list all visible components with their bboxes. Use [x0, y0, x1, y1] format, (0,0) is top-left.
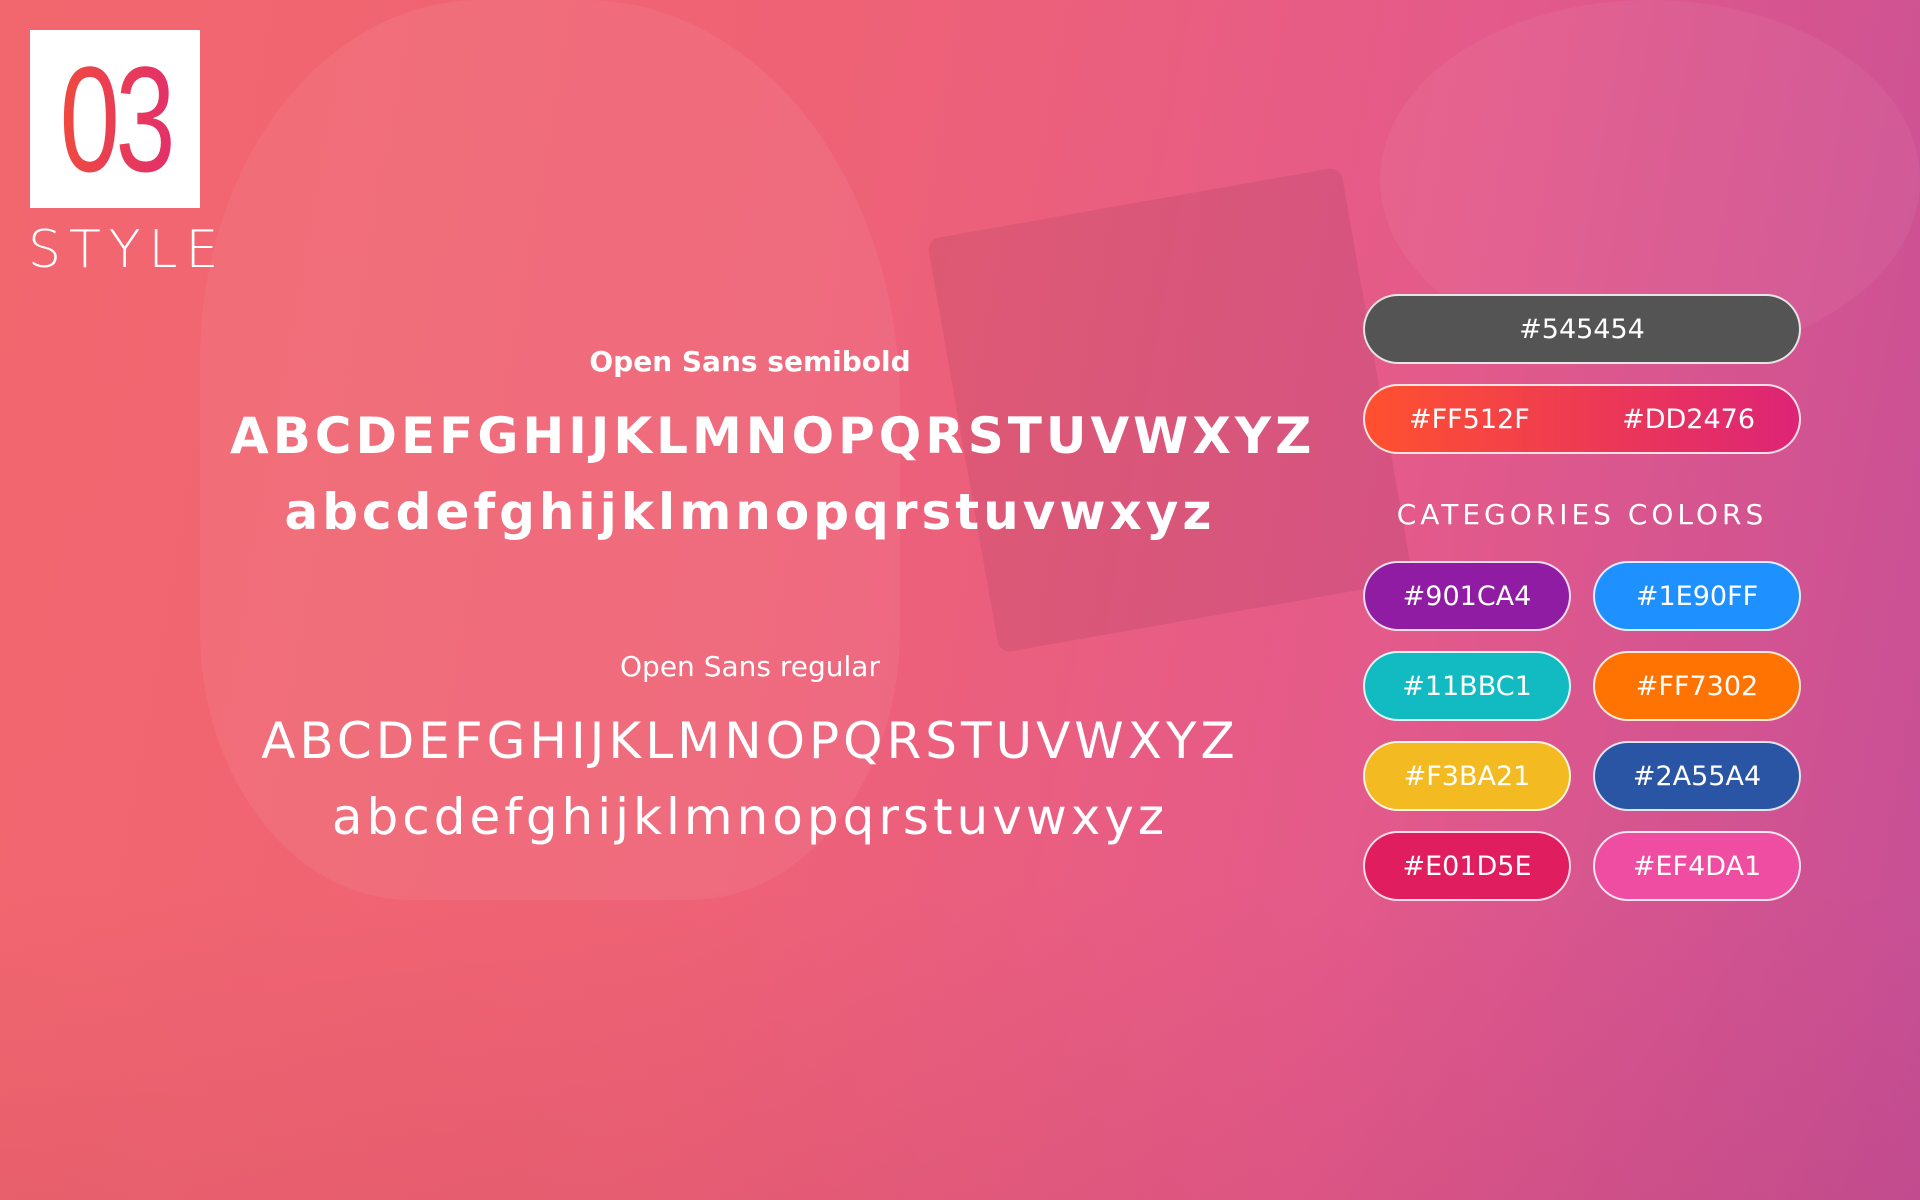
- category-swatch: #FF7302: [1593, 651, 1801, 721]
- gradient-start-label: #FF512F: [1409, 403, 1530, 435]
- category-swatch-label: #FF7302: [1635, 670, 1759, 702]
- category-swatch-label: #E01D5E: [1402, 850, 1532, 882]
- font-label-regular: Open Sans regular: [620, 650, 880, 683]
- color-swatch-label: #545454: [1519, 313, 1645, 345]
- typography-regular-sample: Open Sans regular ABCDEFGHIJKLMNOPQRSTUV…: [230, 650, 1270, 855]
- category-swatch-label: #11BBC1: [1402, 670, 1532, 702]
- category-swatch: #F3BA21: [1363, 741, 1571, 811]
- uppercase-alphabet-semibold: ABCDEFGHIJKLMNOPQRSTUVWXYZ: [230, 407, 1316, 465]
- color-swatch-gradient: #FF512F #DD2476: [1363, 384, 1801, 454]
- gradient-end-label: #DD2476: [1622, 403, 1755, 435]
- lowercase-alphabet-regular: abcdefghijklmnopqrstuvwxyz: [331, 788, 1169, 846]
- categories-title: CATEGORIES COLORS: [1396, 498, 1768, 531]
- category-swatch: #901CA4: [1363, 561, 1571, 631]
- typography-semibold-sample: Open Sans semibold ABCDEFGHIJKLMNOPQRSTU…: [230, 345, 1316, 550]
- category-swatch: #1E90FF: [1593, 561, 1801, 631]
- color-palette: #545454 #FF512F #DD2476 CATEGORIES COLOR…: [1363, 294, 1801, 901]
- category-swatch-label: #901CA4: [1402, 580, 1532, 612]
- section-number: 03: [59, 35, 175, 203]
- category-swatch-label: #2A55A4: [1632, 760, 1762, 792]
- category-swatch-label: #1E90FF: [1635, 580, 1759, 612]
- background-bottom-shade: [0, 880, 1920, 1200]
- uppercase-alphabet-regular: ABCDEFGHIJKLMNOPQRSTUVWXYZ: [261, 712, 1239, 770]
- color-swatch-dark: #545454: [1363, 294, 1801, 364]
- category-swatch: #2A55A4: [1593, 741, 1801, 811]
- font-label-semibold: Open Sans semibold: [589, 345, 911, 378]
- category-swatch: #E01D5E: [1363, 831, 1571, 901]
- category-swatch: #11BBC1: [1363, 651, 1571, 721]
- category-swatch-label: #F3BA21: [1403, 760, 1531, 792]
- category-swatch: #EF4DA1: [1593, 831, 1801, 901]
- section-number-badge: 03: [30, 30, 200, 208]
- lowercase-alphabet-semibold: abcdefghijklmnopqrstuvwxyz: [284, 483, 1216, 541]
- category-color-grid: #901CA4 #1E90FF #11BBC1 #FF7302 #F3BA21 …: [1363, 561, 1801, 901]
- section-title: STYLE: [28, 220, 227, 280]
- category-swatch-label: #EF4DA1: [1632, 850, 1762, 882]
